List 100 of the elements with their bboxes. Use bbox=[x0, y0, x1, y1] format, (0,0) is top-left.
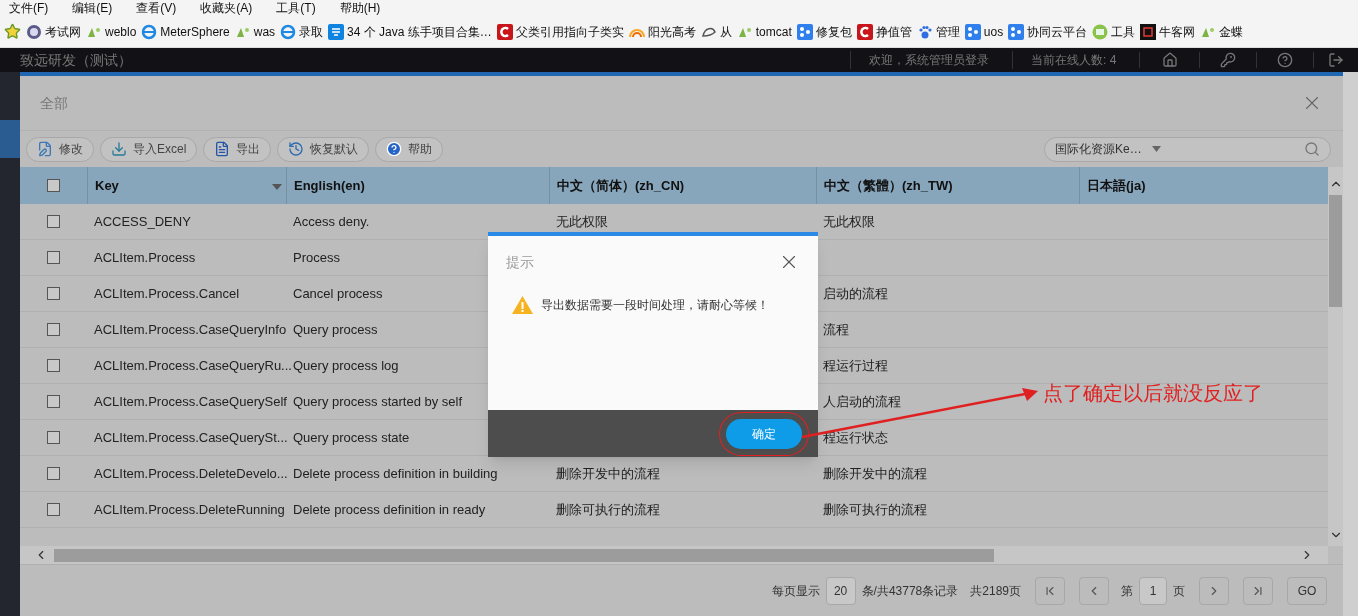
dots-icon bbox=[1008, 23, 1025, 40]
bookmark-link[interactable]: 修复包 bbox=[796, 22, 852, 41]
per-page-label: 每页显示 bbox=[771, 582, 820, 600]
table-cell: Query process started by self bbox=[293, 393, 463, 409]
alert-message: 导出数据需要一段时间处理，请耐心等候！ bbox=[541, 297, 769, 314]
pages-count: 共2189页 bbox=[970, 582, 1021, 600]
bookmark-link[interactable]: was bbox=[234, 22, 276, 41]
table-cell: Cancel process bbox=[293, 285, 383, 301]
menu-item[interactable]: 文件(F) bbox=[9, 0, 49, 17]
table-cell: Query process state bbox=[293, 429, 410, 445]
table-cell: 启动的流程 bbox=[823, 285, 888, 301]
column-header[interactable]: English(en) bbox=[286, 167, 549, 204]
bookmark-link[interactable]: 父类引用指向子类实 bbox=[496, 22, 624, 41]
per-page-field[interactable]: 20 bbox=[825, 576, 856, 605]
bookmark-link[interactable]: 34 个 Java 练手项目合集… bbox=[328, 22, 492, 41]
table-cell: Delete process definition in ready bbox=[293, 501, 486, 517]
bookmark-link[interactable]: 工具 bbox=[1092, 22, 1136, 41]
toolbar-button[interactable]: 导出 bbox=[203, 136, 272, 162]
table-cell: 删除可执行的流程 bbox=[823, 501, 927, 517]
checkbox[interactable] bbox=[47, 179, 60, 192]
logout-icon[interactable] bbox=[1328, 52, 1344, 68]
bookmark-link[interactable]: uos bbox=[964, 22, 1004, 41]
welcome-text: 欢迎，系统管理员登录 bbox=[850, 51, 1012, 69]
warning-icon bbox=[512, 296, 533, 314]
bookmark-link[interactable]: weblo bbox=[86, 22, 137, 41]
checkbox[interactable] bbox=[47, 503, 60, 516]
bookmark-link[interactable]: MeterSphere bbox=[141, 22, 230, 41]
bookmark-link[interactable]: 管理 bbox=[916, 22, 960, 41]
table-cell: 删除开发中的流程 bbox=[556, 465, 660, 481]
go-button[interactable]: GO bbox=[1287, 576, 1327, 605]
search-icon[interactable] bbox=[1304, 141, 1320, 157]
online-count: 当前在线人数: 4 bbox=[1012, 51, 1139, 69]
table-cell: Delete process definition in building bbox=[293, 465, 498, 481]
table-cell: ACLItem.Process.CaseQueryRu... bbox=[94, 357, 292, 373]
table-cell: ACLItem.Process.CaseQuerySelf bbox=[94, 393, 287, 409]
last-page-button[interactable] bbox=[1243, 576, 1273, 605]
browser-icon bbox=[280, 23, 297, 40]
toolbar-button[interactable]: 修改 bbox=[26, 136, 94, 162]
checkbox[interactable] bbox=[47, 251, 60, 264]
checkbox[interactable] bbox=[47, 287, 60, 300]
column-header[interactable]: Key bbox=[87, 167, 286, 204]
bookmark-link[interactable]: 从 bbox=[700, 22, 732, 41]
table-cell: 无此权限 bbox=[823, 213, 875, 229]
dialog-title: 全部 bbox=[40, 93, 68, 113]
column-header[interactable]: 中文（简体）(zh_CN) bbox=[549, 167, 816, 204]
vertical-scrollbar[interactable] bbox=[1328, 167, 1343, 546]
bookmark-link[interactable]: 录取 bbox=[280, 22, 324, 41]
toolbar-button[interactable]: 帮助 bbox=[375, 136, 444, 162]
checkbox[interactable] bbox=[47, 359, 60, 372]
table-cell: 程运行过程 bbox=[823, 357, 888, 373]
favorites-star-icon[interactable] bbox=[4, 23, 21, 40]
menu-item[interactable]: 编辑(E) bbox=[72, 0, 113, 17]
help-icon[interactable] bbox=[1277, 52, 1293, 68]
horizontal-scrollbar[interactable] bbox=[20, 546, 1328, 564]
table-cell: Process bbox=[293, 249, 340, 265]
table-cell: ACLItem.Process.DeleteDevelo... bbox=[94, 465, 288, 481]
table-cell: ACCESS_DENY bbox=[94, 213, 191, 229]
dots-icon bbox=[964, 23, 981, 40]
checkbox[interactable] bbox=[47, 431, 60, 444]
table-cell: 无此权限 bbox=[556, 213, 608, 229]
search-select[interactable]: 国际化资源Ke… bbox=[1044, 136, 1331, 162]
table-cell: 人启动的流程 bbox=[823, 393, 901, 409]
menu-item[interactable]: 查看(V) bbox=[136, 0, 177, 17]
bookmark-link[interactable]: 牛客网 bbox=[1140, 22, 1196, 41]
table-cell: ACLItem.Process.CaseQuerySt... bbox=[94, 429, 288, 445]
square-icon bbox=[1140, 23, 1157, 40]
home-icon[interactable] bbox=[1161, 52, 1178, 68]
bookmark-link[interactable]: 金蝶 bbox=[1200, 22, 1244, 41]
checkbox[interactable] bbox=[47, 395, 60, 408]
circle-icon bbox=[1092, 23, 1109, 40]
bookmark-link[interactable]: 协同云平台 bbox=[1008, 22, 1088, 41]
table-cell: ACLItem.Process.CaseQueryInfo bbox=[94, 321, 287, 337]
bookmark-link[interactable]: 挣值管 bbox=[856, 22, 912, 41]
table-cell: 删除开发中的流程 bbox=[823, 465, 927, 481]
key-icon[interactable] bbox=[1220, 52, 1236, 68]
bookmark-link[interactable]: 考试网 bbox=[26, 22, 81, 41]
menu-item[interactable]: 工具(T) bbox=[276, 0, 316, 17]
menu-item[interactable]: 帮助(H) bbox=[339, 0, 381, 17]
edit-icon bbox=[37, 141, 53, 157]
help-icon bbox=[386, 141, 403, 157]
first-page-button[interactable] bbox=[1035, 576, 1065, 605]
page-field[interactable]: 1 bbox=[1139, 576, 1167, 605]
column-header[interactable]: 中文（繁體）(zh_TW) bbox=[816, 167, 1079, 204]
toolbar-button[interactable]: 恢复默认 bbox=[277, 136, 370, 162]
table-cell: Query process bbox=[293, 321, 378, 337]
toolbar-button[interactable]: 导入Excel bbox=[100, 136, 198, 162]
dropdown-caret-icon bbox=[1151, 146, 1161, 152]
checkbox[interactable] bbox=[47, 215, 60, 228]
square-icon bbox=[328, 23, 345, 40]
table-cell: Query process log bbox=[293, 357, 399, 373]
table-cell: ACLItem.Process.Cancel bbox=[94, 285, 240, 301]
records-count: 条/共43778条记录 bbox=[861, 582, 959, 600]
browser-icon bbox=[141, 23, 158, 40]
bookmark-link[interactable]: 阳光高考 bbox=[628, 22, 696, 41]
checkbox[interactable] bbox=[47, 323, 60, 336]
sort-caret-icon bbox=[272, 184, 282, 190]
menu-item[interactable]: 收藏夹(A) bbox=[200, 0, 253, 17]
app-title: 致远研发（测试） bbox=[19, 50, 133, 70]
bookmark-link[interactable]: tomcat bbox=[736, 22, 792, 41]
checkbox[interactable] bbox=[47, 467, 60, 480]
